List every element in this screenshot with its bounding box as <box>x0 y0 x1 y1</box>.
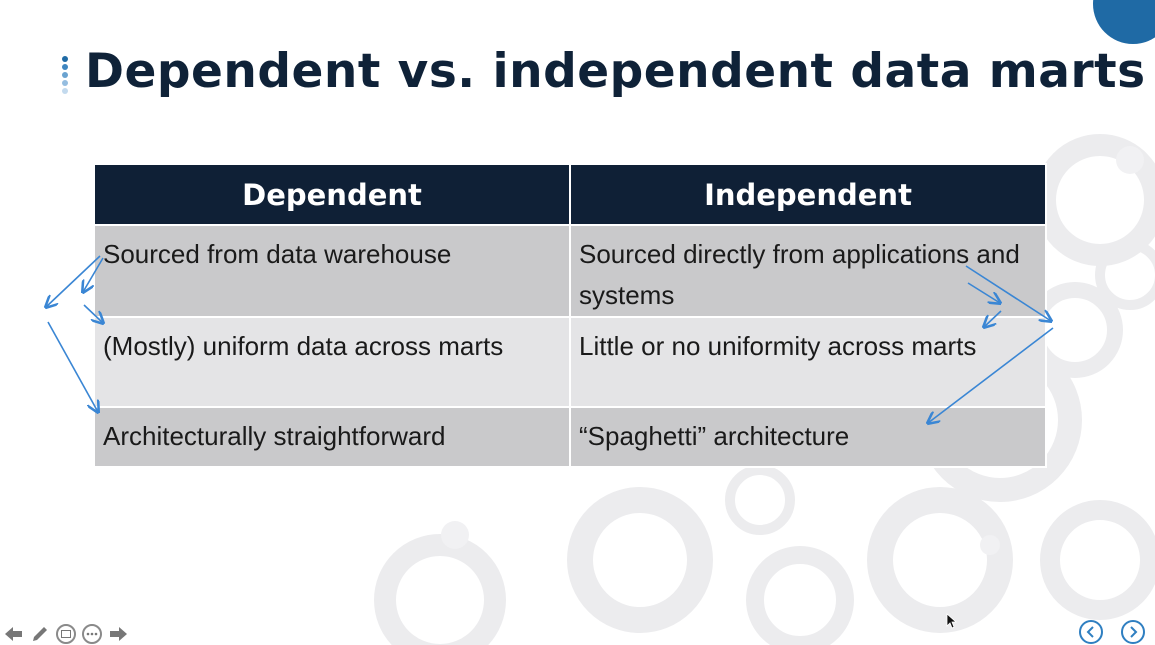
more-icon[interactable] <box>82 624 102 644</box>
title-bullet-dots <box>61 56 69 94</box>
table-cell: (Mostly) uniform data across marts <box>93 316 571 408</box>
table-cell: Little or no uniformity across marts <box>569 316 1047 408</box>
slide-title: Dependent vs. independent data marts <box>85 44 1146 99</box>
slides-icon[interactable] <box>56 624 76 644</box>
table-cell: Sourced directly from applications and s… <box>569 224 1047 318</box>
table-row: Sourced from data warehouse Sourced dire… <box>93 224 1047 318</box>
table-row: (Mostly) uniform data across marts Littl… <box>93 316 1047 408</box>
slide-navigation <box>1079 620 1145 644</box>
previous-slide-icon[interactable] <box>1079 620 1103 644</box>
back-arrow-icon[interactable] <box>4 624 24 644</box>
header-independent: Independent <box>569 163 1047 226</box>
comparison-table: Dependent Independent Sourced from data … <box>93 163 1047 468</box>
table-cell: Sourced from data warehouse <box>93 224 571 318</box>
table-header-row: Dependent Independent <box>93 163 1047 226</box>
next-slide-icon[interactable] <box>1121 620 1145 644</box>
table-cell: Architecturally straightforward <box>93 406 571 468</box>
table-row: Architecturally straightforward “Spaghet… <box>93 406 1047 468</box>
forward-arrow-icon[interactable] <box>108 624 128 644</box>
pen-icon[interactable] <box>30 624 50 644</box>
header-dependent: Dependent <box>93 163 571 226</box>
table-cell: “Spaghetti” architecture <box>569 406 1047 468</box>
mouse-cursor-icon <box>946 613 958 629</box>
presentation-toolbar <box>4 624 128 644</box>
